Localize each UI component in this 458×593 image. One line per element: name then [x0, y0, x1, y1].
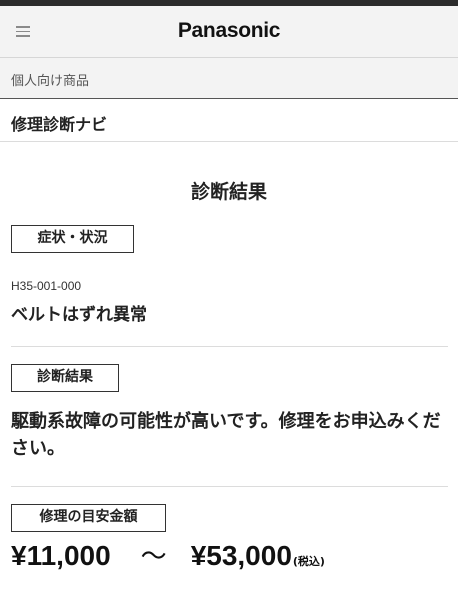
tax-note: (税込) — [292, 555, 325, 568]
breadcrumb: 個人向け商品 — [0, 58, 458, 99]
category-link[interactable]: 個人向け商品 — [11, 70, 89, 89]
section-divider — [11, 486, 448, 487]
site-header: Panasonic — [0, 6, 458, 58]
title-divider — [0, 141, 458, 142]
brand-logo[interactable]: Panasonic — [0, 19, 458, 43]
page-title: 修理診断ナビ — [11, 115, 108, 134]
symptom-code: H35-001-000 — [11, 279, 82, 293]
max-price: ¥53,000 — [190, 540, 292, 571]
diagnosis-result-text: 駆動系故障の可能性が高いです。修理をお申込みください。 — [11, 411, 441, 459]
symptom-description: ベルトはずれ異常 — [11, 305, 147, 325]
range-separator: 〜 — [140, 542, 167, 572]
min-price: ¥11,000 — [11, 540, 111, 571]
price-range: ¥11,000 〜 ¥53,000(税込) — [11, 536, 325, 573]
estimate-label: 修理の目安金額 — [11, 504, 166, 532]
symptom-label: 症状・状況 — [11, 225, 134, 253]
section-heading: 診断結果 — [190, 181, 267, 203]
section-divider — [11, 346, 448, 347]
diagnosis-label: 診断結果 — [11, 364, 119, 392]
